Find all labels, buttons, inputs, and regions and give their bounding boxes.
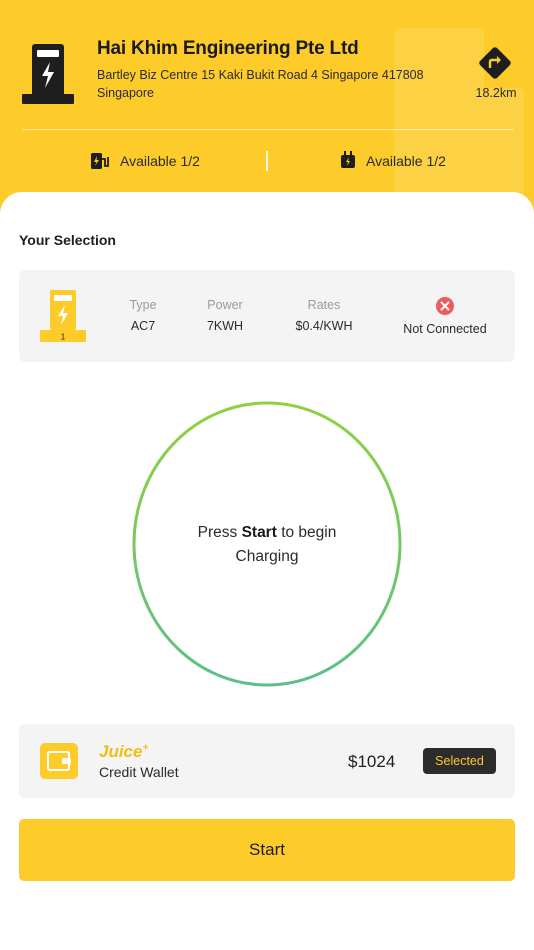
start-charging-button[interactable]: Start xyxy=(19,819,515,881)
type-value: AC7 xyxy=(130,319,156,333)
charger-rates: Rates $0.4/KWH xyxy=(288,298,360,333)
charger-number: 1 xyxy=(61,333,66,342)
wallet-brand-sup: + xyxy=(142,742,149,754)
availability-right: Available 1/2 xyxy=(340,150,446,172)
connection-status-text: Not Connected xyxy=(403,322,487,336)
your-selection-title: Your Selection xyxy=(19,232,116,248)
wallet-label: Credit Wallet xyxy=(99,764,179,780)
plug-icon xyxy=(341,151,355,168)
station-name: Hai Khim Engineering Pte Ltd xyxy=(97,38,359,59)
type-label: Type xyxy=(129,298,157,312)
turn-right-arrow-icon[interactable] xyxy=(478,46,512,80)
wallet-selected-badge: Selected xyxy=(423,748,496,774)
rates-label: Rates xyxy=(307,298,341,312)
wallet-icon xyxy=(40,743,78,779)
ev-station-icon xyxy=(22,44,74,104)
charger-plug-icon xyxy=(91,153,109,169)
close-circle-icon xyxy=(436,297,454,315)
instruction-start-word: Start xyxy=(241,524,277,541)
ev-charger-icon: 1 xyxy=(40,290,86,342)
charger-power: Power 7KWH xyxy=(198,298,252,333)
instruction-prefix: Press xyxy=(197,524,242,541)
wallet-brand: Juice+ xyxy=(99,742,148,762)
station-distance: 18.2km xyxy=(475,86,517,100)
power-label: Power xyxy=(207,298,243,312)
charger-type: Type AC7 xyxy=(118,298,168,333)
header-divider xyxy=(22,129,514,130)
wallet-brand-name: Juice xyxy=(99,742,143,761)
availability-left-label: Available 1/2 xyxy=(120,153,200,169)
power-value: 7KWH xyxy=(206,319,244,333)
availability-separator xyxy=(266,151,268,171)
availability-left: Available 1/2 xyxy=(90,150,200,172)
station-address: Bartley Biz Centre 15 Kaki Bukit Road 4 … xyxy=(97,68,424,100)
charging-instruction: Press Start to begin Charging xyxy=(176,521,358,569)
station-header: Hai Khim Engineering Pte Ltd Bartley Biz… xyxy=(0,0,534,215)
rates-value: $0.4/KWH xyxy=(295,319,353,333)
availability-right-label: Available 1/2 xyxy=(366,153,446,169)
connection-status: Not Connected xyxy=(396,296,494,336)
wallet-balance: $1024 xyxy=(348,752,396,771)
